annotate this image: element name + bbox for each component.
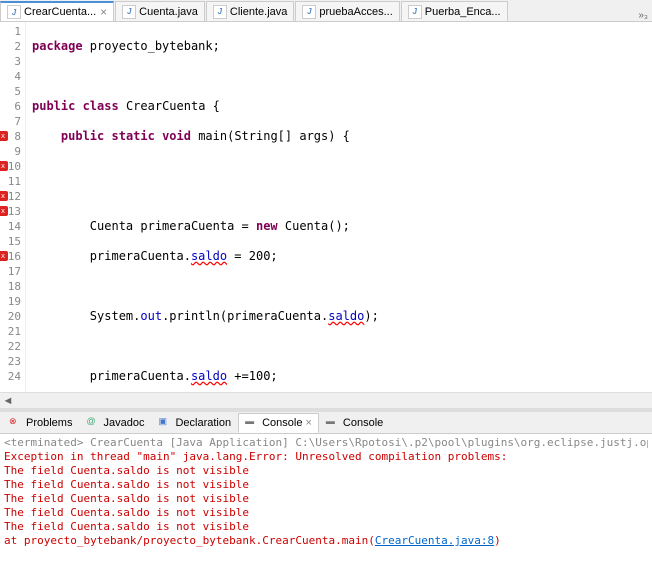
console-error-line: The field Cuenta.saldo is not visible — [4, 478, 648, 492]
line-number: 5 — [0, 84, 21, 99]
line-number: 6 — [0, 99, 21, 114]
line-number: 21 — [0, 324, 21, 339]
line-number: 2 — [0, 39, 21, 54]
console-stacktrace-line: at proyecto_bytebank/proyecto_bytebank.C… — [4, 534, 648, 548]
line-number: x13 — [0, 204, 21, 219]
tab-cliente[interactable]: J Cliente.java — [206, 1, 294, 21]
line-number: 4 — [0, 69, 21, 84]
tab-cuenta[interactable]: J Cuenta.java — [115, 1, 205, 21]
btab-label: Console — [343, 417, 383, 429]
java-file-icon: J — [122, 5, 136, 19]
code-area[interactable]: package proyecto_bytebank; public class … — [26, 22, 652, 392]
tab-crearcuenta[interactable]: J CrearCuenta... × — [0, 1, 114, 21]
line-number: 1 — [0, 24, 21, 39]
tab-label: Puerba_Enca... — [425, 6, 501, 18]
java-file-icon: J — [7, 5, 21, 19]
code-editor[interactable]: 1 2 3 4 5 6 7 x8 9 x10 11 x12 x13 14 15 … — [0, 22, 652, 392]
java-file-icon: J — [302, 5, 316, 19]
btab-label: Console — [262, 417, 302, 429]
line-number: x16 — [0, 249, 21, 264]
javadoc-icon: @ — [86, 416, 100, 430]
line-number: 9 — [0, 144, 21, 159]
java-file-icon: J — [408, 5, 422, 19]
line-number: 7 — [0, 114, 21, 129]
line-number: 24 — [0, 369, 21, 384]
error-marker-icon[interactable]: x — [0, 131, 8, 141]
close-icon[interactable]: × — [305, 417, 311, 429]
tab-pruebaacces[interactable]: J pruebaAcces... — [295, 1, 399, 21]
btab-label: Problems — [26, 417, 72, 429]
error-marker-icon[interactable]: x — [0, 206, 8, 216]
line-number: 18 — [0, 279, 21, 294]
console-error-line: The field Cuenta.saldo is not visible — [4, 464, 648, 478]
scroll-left-icon[interactable]: ◄ — [0, 393, 16, 409]
line-number: x8 — [0, 129, 21, 144]
line-number: x12 — [0, 189, 21, 204]
line-number: 19 — [0, 294, 21, 309]
tab-declaration[interactable]: ▣ Declaration — [151, 413, 238, 433]
close-icon[interactable]: × — [100, 5, 107, 19]
line-number: 15 — [0, 234, 21, 249]
declaration-icon: ▣ — [158, 416, 172, 430]
tabs-overflow-button[interactable]: »₃ — [634, 10, 652, 21]
console-error-line: The field Cuenta.saldo is not visible — [4, 520, 648, 534]
console-output[interactable]: <terminated> CrearCuenta [Java Applicati… — [0, 434, 652, 550]
editor-tabs: J CrearCuenta... × J Cuenta.java J Clien… — [0, 0, 652, 22]
line-number: 3 — [0, 54, 21, 69]
line-number: 23 — [0, 354, 21, 369]
line-number: 14 — [0, 219, 21, 234]
console-icon: ▬ — [245, 416, 259, 430]
console-error-line: The field Cuenta.saldo is not visible — [4, 492, 648, 506]
tab-label: Cliente.java — [230, 6, 287, 18]
line-number: 20 — [0, 309, 21, 324]
console-error-line: The field Cuenta.saldo is not visible — [4, 506, 648, 520]
tab-label: pruebaAcces... — [319, 6, 392, 18]
horizontal-scrollbar[interactable]: ◄ — [0, 392, 652, 408]
btab-label: Javadoc — [103, 417, 144, 429]
stacktrace-link[interactable]: CrearCuenta.java:8 — [375, 534, 494, 547]
line-number: 17 — [0, 264, 21, 279]
tab-javadoc[interactable]: @ Javadoc — [79, 413, 151, 433]
bottom-panel-tabs: ⊗ Problems @ Javadoc ▣ Declaration ▬ Con… — [0, 412, 652, 434]
error-marker-icon[interactable]: x — [0, 161, 8, 171]
line-gutter: 1 2 3 4 5 6 7 x8 9 x10 11 x12 x13 14 15 … — [0, 22, 26, 392]
tab-label: Cuenta.java — [139, 6, 198, 18]
java-file-icon: J — [213, 5, 227, 19]
line-number: 11 — [0, 174, 21, 189]
error-marker-icon[interactable]: x — [0, 251, 8, 261]
tab-console[interactable]: ▬ Console — [319, 413, 390, 433]
line-number: 22 — [0, 339, 21, 354]
console-error-line: Exception in thread "main" java.lang.Err… — [4, 450, 648, 464]
tab-label: CrearCuenta... — [24, 6, 96, 18]
line-number: x10 — [0, 159, 21, 174]
tab-puerbaenca[interactable]: J Puerba_Enca... — [401, 1, 508, 21]
btab-label: Declaration — [175, 417, 231, 429]
problems-icon: ⊗ — [9, 416, 23, 430]
console-icon: ▬ — [326, 416, 340, 430]
console-header: <terminated> CrearCuenta [Java Applicati… — [4, 436, 648, 450]
tab-problems[interactable]: ⊗ Problems — [2, 413, 79, 433]
tab-console-active[interactable]: ▬ Console × — [238, 413, 319, 433]
error-marker-icon[interactable]: x — [0, 191, 8, 201]
